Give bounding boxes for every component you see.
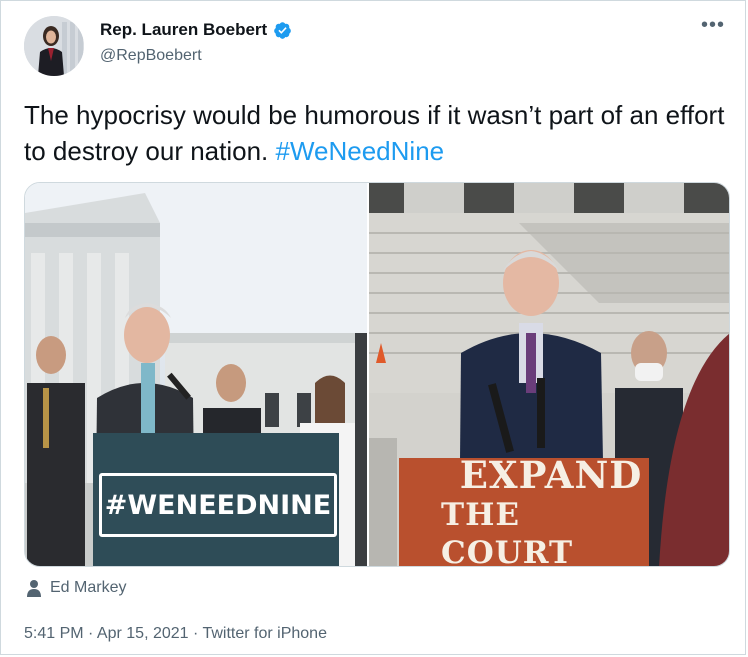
more-options-icon[interactable]: ••• xyxy=(701,15,725,35)
tagged-person-name[interactable]: Ed Markey xyxy=(50,579,126,597)
weneednine-sign: #WENEEDNINE xyxy=(99,473,337,537)
tweet-card: Rep. Lauren Boebert @RepBoebert ••• The … xyxy=(0,0,746,655)
tweet-media[interactable]: #WENEEDNINE EXPAND THE COURT xyxy=(24,182,730,567)
tweet-text: The hypocrisy would be humorous if it wa… xyxy=(24,97,734,169)
sign-line-2: THE COURT xyxy=(441,497,574,566)
media-photo-right[interactable]: EXPAND THE COURT xyxy=(369,183,729,566)
tweet-meta[interactable]: 5:41 PM · Apr 15, 2021 · Twitter for iPh… xyxy=(24,625,327,643)
sign-line-1: EXPAND xyxy=(459,453,643,497)
person-icon xyxy=(27,580,41,597)
verified-badge-icon xyxy=(273,21,292,40)
author-handle[interactable]: @RepBoebert xyxy=(100,47,202,65)
author-avatar[interactable] xyxy=(24,16,84,76)
author-display-name[interactable]: Rep. Lauren Boebert xyxy=(100,20,267,40)
expand-the-court-sign: EXPAND THE COURT xyxy=(441,454,661,566)
author-name-row[interactable]: Rep. Lauren Boebert xyxy=(100,20,292,40)
avatar-image xyxy=(24,16,84,76)
hashtag-link[interactable]: #WeNeedNine xyxy=(276,136,445,166)
media-photo-left[interactable]: #WENEEDNINE xyxy=(25,183,368,566)
tagged-people[interactable]: Ed Markey xyxy=(26,579,126,597)
